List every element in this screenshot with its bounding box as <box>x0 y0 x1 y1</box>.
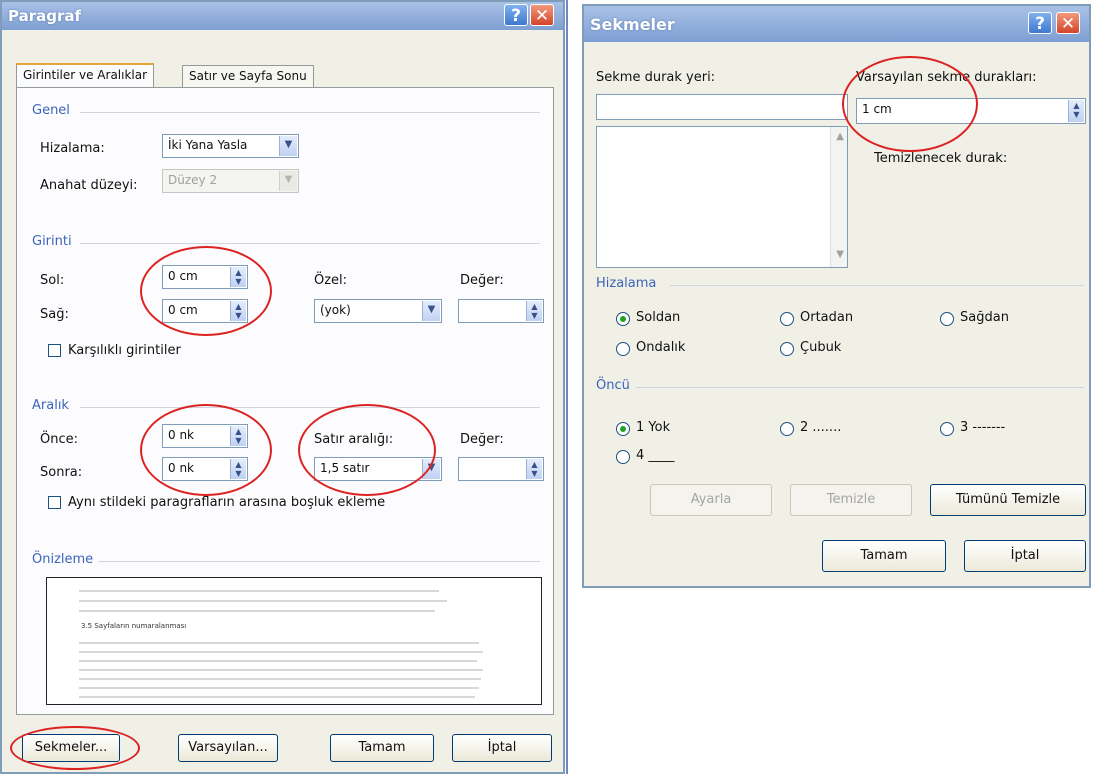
radio-decimal-label: Ondalık <box>636 340 686 355</box>
tabs-dialog: Sekmeler ? ✕ Sekme durak yeri: ▲ ▼ Varsa… <box>582 4 1091 588</box>
radio-leader-none[interactable] <box>616 422 630 436</box>
chevron-down-icon[interactable]: ▼ <box>279 136 297 156</box>
radio-leader-dots[interactable] <box>780 422 794 436</box>
no-space-checkbox[interactable] <box>48 496 61 509</box>
scrollbar[interactable] <box>830 127 847 267</box>
mirror-indents-label: Karşılıklı girintiler <box>68 343 181 358</box>
close-icon[interactable]: ✕ <box>530 4 554 26</box>
highlight-circle <box>140 246 272 336</box>
radio-right[interactable] <box>940 312 954 326</box>
tab-line-page-breaks[interactable]: Satır ve Sayfa Sonu <box>182 65 314 87</box>
radio-bar[interactable] <box>780 342 794 356</box>
section-leader: Öncü <box>596 378 630 393</box>
tabs-cancel-button[interactable]: İptal <box>964 540 1086 572</box>
highlight-circle <box>842 56 978 152</box>
highlight-circle <box>140 404 272 496</box>
preview-box: 3.5 Sayfaların numaralanması <box>46 577 542 705</box>
paragraph-dialog: Paragraf ? ✕ Girintiler ve Aralıklar Sat… <box>0 0 565 774</box>
radio-right-label: Sağdan <box>960 310 1009 325</box>
highlight-circle <box>10 726 140 770</box>
clear-all-button[interactable]: Tümünü Temizle <box>930 484 1086 516</box>
chevron-down-icon: ▼ <box>279 171 297 191</box>
ok-button[interactable]: Tamam <box>330 734 434 762</box>
section-spacing: Aralık <box>32 398 69 413</box>
section-general: Genel <box>32 103 70 118</box>
paragraph-titlebar[interactable]: Paragraf ? ✕ <box>2 2 563 30</box>
radio-leader-none-label: 1 Yok <box>636 420 671 435</box>
tab-indents-spacing[interactable]: Girintiler ve Aralıklar <box>16 63 155 87</box>
section-preview: Önizleme <box>32 552 94 567</box>
radio-leader-line-label: 4 ____ <box>636 448 675 463</box>
tabs-dialog-title: Sekmeler <box>590 15 675 34</box>
close-icon[interactable]: ✕ <box>1056 12 1080 34</box>
radio-center-label: Ortadan <box>800 310 854 325</box>
spacing-value-input[interactable]: ▲ ▼ <box>458 457 544 481</box>
section-indent: Girinti <box>32 234 72 249</box>
divider <box>566 0 568 774</box>
indent-value-input[interactable]: ▲ ▼ <box>458 299 544 323</box>
radio-bar-label: Çubuk <box>800 340 842 355</box>
radio-leader-dashes[interactable] <box>940 422 954 436</box>
scroll-up-icon[interactable]: ▲ <box>836 131 844 142</box>
radio-leader-dashes-label: 3 ------- <box>960 420 1006 435</box>
set-button: Ayarla <box>650 484 772 516</box>
spacing-value-label: Değer: <box>460 432 504 447</box>
clear-button: Temizle <box>790 484 912 516</box>
spinner-icon[interactable]: ▲ ▼ <box>1068 100 1084 122</box>
after-label: Sonra: <box>40 465 83 480</box>
tab-stop-list[interactable]: ▲ ▼ <box>596 126 848 268</box>
paragraph-dialog-title: Paragraf <box>8 7 82 25</box>
section-alignment: Hizalama <box>596 276 657 291</box>
scroll-down-icon[interactable]: ▼ <box>836 249 844 260</box>
radio-center[interactable] <box>780 312 794 326</box>
highlight-circle <box>298 404 436 496</box>
alignment-label: Hizalama: <box>40 141 105 156</box>
preview-heading: 3.5 Sayfaların numaralanması <box>81 622 187 630</box>
defaults-button[interactable]: Varsayılan... <box>178 734 278 762</box>
radio-leader-line[interactable] <box>616 450 630 464</box>
special-label: Özel: <box>314 273 348 288</box>
before-label: Önce: <box>40 432 78 447</box>
special-select[interactable]: (yok) ▼ <box>314 299 442 323</box>
tab-stop-label: Sekme durak yeri: <box>596 70 716 85</box>
to-clear-label: Temizlenecek durak: <box>874 151 1008 166</box>
cancel-button[interactable]: İptal <box>452 734 552 762</box>
indent-value-label: Değer: <box>460 273 504 288</box>
right-indent-label: Sağ: <box>40 307 69 322</box>
help-icon[interactable]: ? <box>1028 12 1052 34</box>
spinner-icon[interactable]: ▲ ▼ <box>526 301 542 321</box>
tabs-ok-button[interactable]: Tamam <box>822 540 946 572</box>
outline-level-label: Anahat düzeyi: <box>40 178 138 193</box>
tab-stop-input[interactable] <box>596 94 848 120</box>
tabs-titlebar[interactable]: Sekmeler ? ✕ <box>584 6 1089 42</box>
radio-leader-dots-label: 2 ....... <box>800 420 842 435</box>
radio-left-label: Soldan <box>636 310 681 325</box>
outline-level-select: Düzey 2 ▼ <box>162 169 299 193</box>
mirror-indents-checkbox[interactable] <box>48 344 61 357</box>
left-indent-label: Sol: <box>40 273 65 288</box>
spinner-icon[interactable]: ▲ ▼ <box>526 459 542 479</box>
radio-decimal[interactable] <box>616 342 630 356</box>
alignment-select[interactable]: İki Yana Yasla ▼ <box>162 134 299 158</box>
chevron-down-icon[interactable]: ▼ <box>422 301 440 321</box>
radio-left[interactable] <box>616 312 630 326</box>
help-icon[interactable]: ? <box>504 4 528 26</box>
no-space-label: Aynı stildeki paragrafların arasına boşl… <box>68 495 386 510</box>
